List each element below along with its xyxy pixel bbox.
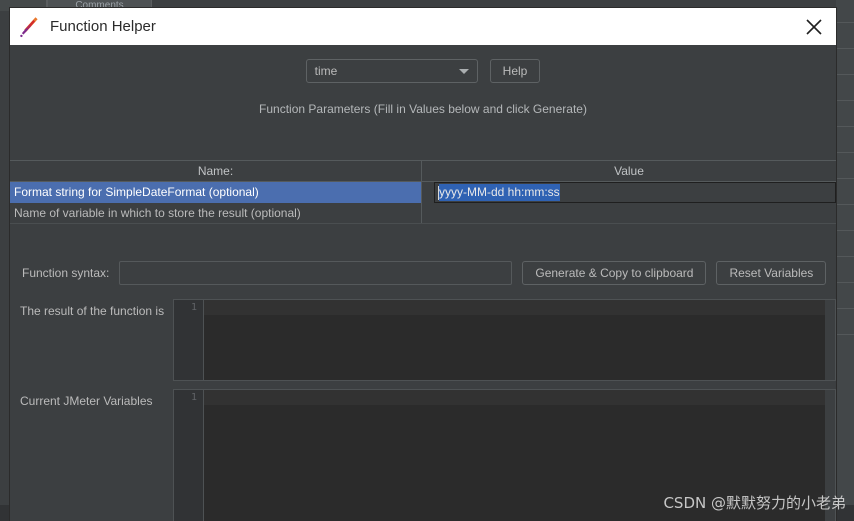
jmeter-variables-editor[interactable]: 1 xyxy=(173,389,836,521)
reset-variables-button[interactable]: Reset Variables xyxy=(716,261,827,285)
param-value-cell[interactable] xyxy=(422,203,836,223)
jmeter-feather-icon xyxy=(18,15,40,39)
background-row-divider xyxy=(836,230,854,231)
result-vertical-scrollbar[interactable] xyxy=(825,300,835,380)
background-row-divider xyxy=(836,308,854,309)
function-syntax-input[interactable] xyxy=(119,261,513,285)
param-name-cell[interactable]: Name of variable in which to store the r… xyxy=(10,203,422,223)
background-row-divider xyxy=(836,152,854,153)
function-syntax-row: Function syntax: Generate & Copy to clip… xyxy=(10,257,836,289)
background-row-divider xyxy=(836,178,854,179)
param-name-cell[interactable]: Format string for SimpleDateFormat (opti… xyxy=(10,182,422,203)
background-row-divider xyxy=(836,22,854,23)
parameters-table: Name: Value Format string for SimpleDate… xyxy=(10,160,836,224)
background-row-divider xyxy=(836,74,854,75)
param-value-editor[interactable]: yyyy-MM-dd hh:mm:ss xyxy=(434,182,836,203)
jmeter-variables-block: Current JMeter Variables 1 xyxy=(10,389,836,521)
table-header-row: Name: Value xyxy=(10,160,836,182)
line-number-gutter: 1 xyxy=(174,300,204,380)
variables-vertical-scrollbar[interactable] xyxy=(825,390,835,521)
background-row-divider xyxy=(836,282,854,283)
dialog-titlebar: Function Helper xyxy=(10,8,836,45)
function-parameters-caption: Function Parameters (Fill in Values belo… xyxy=(259,102,587,116)
table-row[interactable]: Name of variable in which to store the r… xyxy=(10,203,836,224)
background-row-divider xyxy=(836,100,854,101)
current-line-highlight xyxy=(204,300,825,315)
background-row-divider xyxy=(836,204,854,205)
function-helper-dialog: Function Helper time Help Function Param… xyxy=(10,8,836,521)
function-select-value: time xyxy=(314,64,338,78)
background-row-divider xyxy=(836,126,854,127)
chevron-down-icon xyxy=(458,69,469,74)
jmeter-variables-text[interactable] xyxy=(204,390,825,521)
current-line-highlight xyxy=(204,390,825,405)
param-value-editor-text: yyyy-MM-dd hh:mm:ss xyxy=(439,184,560,201)
column-header-value: Value xyxy=(614,164,644,178)
function-syntax-label: Function syntax: xyxy=(22,266,110,280)
background-row-divider xyxy=(836,48,854,49)
background-right-panel xyxy=(836,0,854,521)
line-number-gutter: 1 xyxy=(174,390,204,521)
function-result-text[interactable] xyxy=(204,300,825,380)
function-select[interactable]: time xyxy=(305,59,478,83)
background-row-divider xyxy=(836,256,854,257)
generate-copy-button[interactable]: Generate & Copy to clipboard xyxy=(522,261,707,285)
function-result-block: The result of the function is 1 xyxy=(10,299,836,381)
function-selector-row: time Help xyxy=(10,45,836,83)
function-result-editor[interactable]: 1 xyxy=(173,299,836,381)
column-header-name: Name: xyxy=(10,161,422,181)
help-button[interactable]: Help xyxy=(489,59,541,83)
function-result-label: The result of the function is xyxy=(20,304,165,318)
dialog-content: time Help Function Parameters (Fill in V… xyxy=(10,45,836,521)
close-icon[interactable] xyxy=(792,8,836,45)
background-row-divider xyxy=(836,334,854,335)
dialog-title: Function Helper xyxy=(50,18,156,35)
jmeter-variables-label: Current JMeter Variables xyxy=(20,394,153,408)
